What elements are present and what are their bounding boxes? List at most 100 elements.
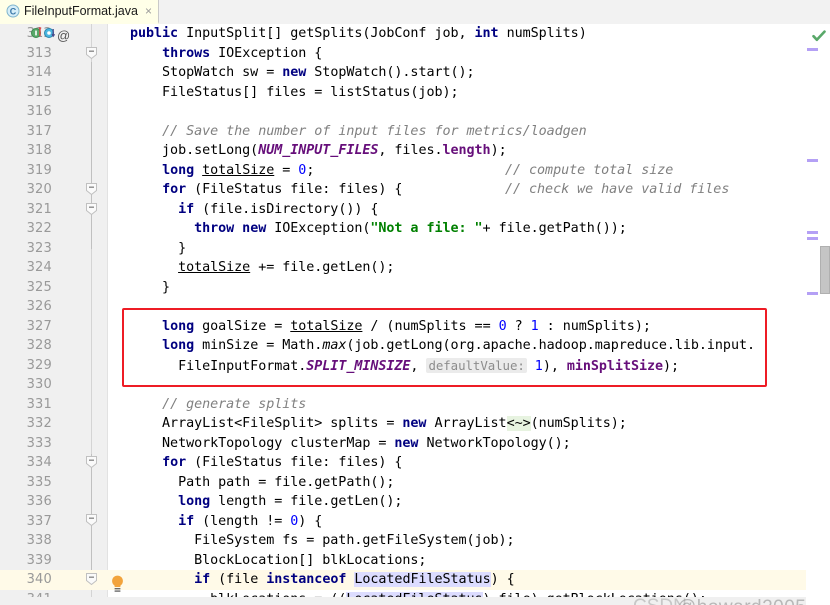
tab-bar-empty-area bbox=[158, 0, 830, 24]
code-line[interactable]: 312public InputSplit[] getSplits(JobConf… bbox=[0, 24, 830, 44]
code-text[interactable]: } bbox=[130, 239, 186, 259]
java-class-icon: C bbox=[6, 4, 20, 18]
line-number: 323 bbox=[26, 240, 52, 256]
code-editor[interactable]: 312public InputSplit[] getSplits(JobConf… bbox=[0, 24, 830, 605]
code-text[interactable]: // generate splits bbox=[130, 395, 306, 415]
code-line[interactable]: 316 bbox=[0, 102, 830, 122]
code-line[interactable]: 326 bbox=[0, 297, 830, 317]
line-number: 329 bbox=[26, 357, 52, 373]
code-text[interactable]: BlockLocation[] blkLocations; bbox=[130, 551, 426, 571]
code-text[interactable]: // Save the number of input files for me… bbox=[130, 122, 587, 142]
fold-marker-340[interactable] bbox=[86, 573, 97, 585]
fold-marker-313[interactable] bbox=[86, 47, 97, 59]
fold-marker-334[interactable] bbox=[86, 456, 97, 468]
code-text[interactable]: Path path = file.getPath(); bbox=[130, 473, 394, 493]
code-line[interactable]: 327 long goalSize = totalSize / (numSpli… bbox=[0, 317, 830, 337]
code-line[interactable]: 339 BlockLocation[] blkLocations; bbox=[0, 551, 830, 571]
line-number: 330 bbox=[26, 377, 52, 392]
code-text[interactable]: for (FileStatus file: files) { bbox=[130, 453, 402, 473]
gutter-method-icons[interactable]: @ bbox=[31, 26, 70, 45]
fold-marker-321[interactable] bbox=[86, 203, 97, 215]
code-line[interactable]: 333 NetworkTopology clusterMap = new Net… bbox=[0, 434, 830, 454]
code-text[interactable]: totalSize += file.getLen(); bbox=[130, 258, 394, 278]
occurrence-marker[interactable] bbox=[807, 159, 818, 162]
code-line[interactable]: 334 for (FileStatus file: files) { bbox=[0, 453, 830, 473]
code-line[interactable]: 329 FileInputFormat.SPLIT_MINSIZE, defau… bbox=[0, 356, 830, 376]
watermark: @howard2005 bbox=[677, 597, 806, 605]
line-number: 336 bbox=[26, 494, 52, 509]
code-line[interactable]: 322 throw new IOException("Not a file: "… bbox=[0, 219, 830, 239]
fold-marker-320[interactable] bbox=[86, 183, 97, 195]
code-text[interactable]: long totalSize = 0; bbox=[130, 161, 314, 181]
line-number: 313 bbox=[26, 45, 52, 61]
code-lines[interactable]: 312public InputSplit[] getSplits(JobConf… bbox=[0, 24, 830, 605]
svg-text:C: C bbox=[10, 7, 17, 17]
intention-bulb-icon[interactable] bbox=[110, 575, 125, 592]
editor-tab-label: FileInputFormat.java bbox=[24, 4, 138, 18]
code-text[interactable]: throw new IOException("Not a file: "+ fi… bbox=[130, 219, 627, 239]
occurrence-marker[interactable] bbox=[807, 292, 818, 295]
line-number: 334 bbox=[26, 455, 52, 470]
annotation-at-icon: @ bbox=[57, 27, 71, 43]
code-line[interactable]: 315 FileStatus[] files = listStatus(job)… bbox=[0, 83, 830, 103]
code-line[interactable]: 320 for (FileStatus file: files) {// che… bbox=[0, 180, 830, 200]
line-number: 337 bbox=[26, 513, 52, 529]
code-line[interactable]: 335 Path path = file.getPath(); bbox=[0, 473, 830, 493]
code-line[interactable]: 332 ArrayList<FileSplit> splits = new Ar… bbox=[0, 414, 830, 434]
code-text[interactable]: FileSystem fs = path.getFileSystem(job); bbox=[130, 531, 515, 551]
editor-tab-bar: C FileInputFormat.java × bbox=[0, 0, 830, 25]
editor-tab-fileinputformat[interactable]: C FileInputFormat.java × bbox=[0, 0, 159, 24]
line-number: 316 bbox=[26, 104, 52, 119]
code-text[interactable]: if (file instanceof LocatedFileStatus) { bbox=[130, 570, 515, 590]
line-number: 340 bbox=[0, 570, 52, 590]
code-text[interactable]: job.setLong(NUM_INPUT_FILES, files.lengt… bbox=[130, 141, 507, 161]
line-number: 338 bbox=[26, 533, 52, 548]
code-line[interactable]: 336 long length = file.getLen(); bbox=[0, 492, 830, 512]
line-number: 328 bbox=[26, 338, 52, 353]
code-text[interactable]: StopWatch sw = new StopWatch().start(); bbox=[130, 63, 475, 83]
code-text[interactable]: public InputSplit[] getSplits(JobConf jo… bbox=[130, 24, 587, 44]
code-line[interactable]: 323 } bbox=[0, 239, 830, 259]
occurrence-marker[interactable] bbox=[807, 48, 818, 51]
code-line[interactable]: 313 throws IOException { bbox=[0, 44, 830, 64]
fold-marker-337[interactable] bbox=[86, 514, 97, 526]
line-number: 331 bbox=[26, 396, 52, 412]
code-text[interactable]: NetworkTopology clusterMap = new Network… bbox=[130, 434, 571, 454]
code-text[interactable]: throws IOException { bbox=[130, 44, 322, 64]
code-line[interactable]: 331 // generate splits bbox=[0, 395, 830, 415]
run-method-icon[interactable] bbox=[31, 26, 43, 45]
code-line[interactable]: 325 } bbox=[0, 278, 830, 298]
code-text[interactable]: if (file.isDirectory()) { bbox=[130, 200, 378, 220]
code-text[interactable]: } bbox=[130, 278, 170, 298]
code-line[interactable]: 337 if (length != 0) { bbox=[0, 512, 830, 532]
editor-scrollbar-track[interactable] bbox=[820, 24, 830, 605]
code-text[interactable]: FileStatus[] files = listStatus(job); bbox=[130, 83, 459, 103]
code-line[interactable]: 328 long minSize = Math.max(job.getLong(… bbox=[0, 336, 830, 356]
ide-editor-window: C FileInputFormat.java × 312public Input… bbox=[0, 0, 830, 605]
code-text[interactable]: for (FileStatus file: files) { bbox=[130, 180, 402, 200]
code-line[interactable]: 319 long totalSize = 0; // compute total … bbox=[0, 161, 830, 181]
override-method-icon[interactable] bbox=[44, 26, 56, 45]
code-text[interactable]: long length = file.getLen(); bbox=[130, 492, 402, 512]
line-number: 322 bbox=[26, 221, 52, 236]
editor-scrollbar-thumb[interactable] bbox=[820, 246, 830, 294]
occurrence-marker[interactable] bbox=[807, 231, 818, 234]
code-line[interactable]: 314 StopWatch sw = new StopWatch().start… bbox=[0, 63, 830, 83]
code-line[interactable]: 318 job.setLong(NUM_INPUT_FILES, files.l… bbox=[0, 141, 830, 161]
code-line[interactable]: 317 // Save the number of input files fo… bbox=[0, 122, 830, 142]
code-text[interactable]: if (length != 0) { bbox=[130, 512, 322, 532]
trailing-comment: // compute total size bbox=[505, 162, 674, 178]
code-line[interactable]: 324 totalSize += file.getLen(); bbox=[0, 258, 830, 278]
code-line[interactable]: 321 if (file.isDirectory()) { bbox=[0, 200, 830, 220]
code-text[interactable]: long goalSize = totalSize / (numSplits =… bbox=[130, 317, 651, 337]
occurrence-marker[interactable] bbox=[807, 237, 818, 240]
editor-marker-bar[interactable] bbox=[806, 24, 830, 605]
trailing-comment: // check we have valid files bbox=[505, 182, 730, 197]
close-icon[interactable]: × bbox=[142, 4, 152, 18]
code-text[interactable]: long minSize = Math.max(job.getLong(org.… bbox=[130, 336, 755, 356]
code-line[interactable]: 330 bbox=[0, 375, 830, 395]
code-text[interactable]: FileInputFormat.SPLIT_MINSIZE, defaultVa… bbox=[130, 356, 679, 377]
code-line[interactable]: 338 FileSystem fs = path.getFileSystem(j… bbox=[0, 531, 830, 551]
line-number: 314 bbox=[26, 65, 52, 80]
code-text[interactable]: ArrayList<FileSplit> splits = new ArrayL… bbox=[130, 414, 627, 434]
